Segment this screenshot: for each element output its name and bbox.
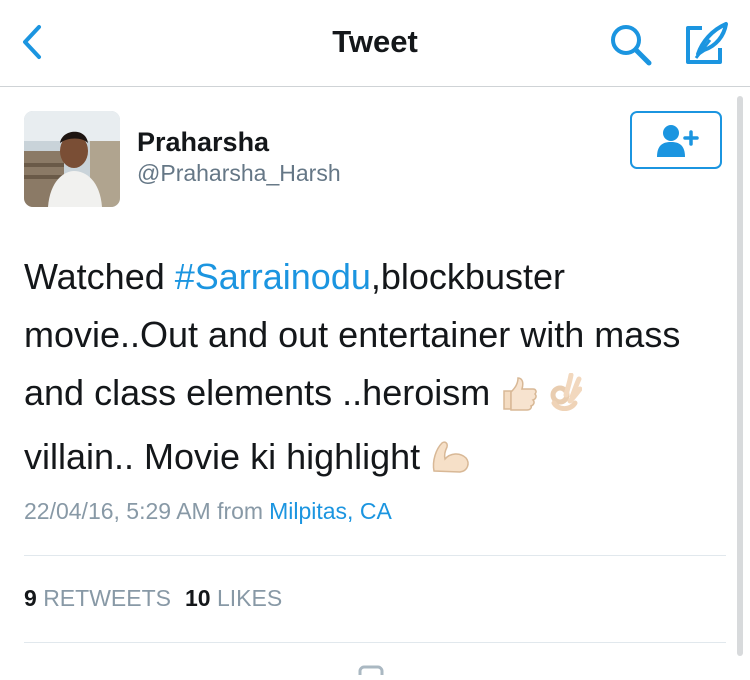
retweets-label: RETWEETS bbox=[43, 585, 171, 611]
likes-stat[interactable]: 10 LIKES bbox=[185, 585, 282, 611]
retweets-stat[interactable]: 9 RETWEETS bbox=[24, 585, 171, 611]
tweet-text: Watched #Sarrainodu,blockbuster movie..O… bbox=[24, 248, 724, 492]
search-icon bbox=[611, 25, 652, 66]
tweet-meta: 22/04/16, 5:29 AM from Milpitas, CA bbox=[24, 498, 392, 525]
divider bbox=[24, 555, 726, 556]
navigation-bar: Tweet bbox=[0, 0, 750, 87]
scrollbar[interactable] bbox=[737, 96, 743, 656]
follow-button[interactable] bbox=[630, 111, 722, 169]
follow-user-icon bbox=[657, 125, 699, 157]
author-display-name[interactable]: Praharsha bbox=[137, 127, 269, 158]
compose-icon bbox=[686, 22, 728, 64]
compose-button[interactable] bbox=[680, 18, 732, 68]
action-bar-icon-partial[interactable] bbox=[356, 662, 386, 675]
flexed-biceps-emoji bbox=[430, 434, 472, 492]
avatar-photo bbox=[24, 111, 120, 207]
tweet-timestamp: 22/04/16, 5:29 AM bbox=[24, 498, 211, 524]
likes-label: LIKES bbox=[216, 585, 283, 611]
tweet-text-segment: Watched bbox=[24, 256, 175, 297]
location-link[interactable]: Milpitas, CA bbox=[269, 498, 392, 524]
avatar[interactable] bbox=[24, 111, 120, 207]
retweets-count: 9 bbox=[24, 585, 37, 611]
from-label: from bbox=[217, 498, 264, 524]
hashtag-link[interactable]: #Sarrainodu bbox=[175, 256, 371, 297]
divider bbox=[24, 642, 726, 643]
search-button[interactable] bbox=[606, 20, 654, 68]
author-username[interactable]: @Praharsha_Harsh bbox=[137, 160, 341, 187]
tweet-stats: 9 RETWEETS 10 LIKES bbox=[24, 585, 282, 612]
retweet-icon bbox=[358, 665, 384, 675]
thumbs-up-emoji bbox=[500, 370, 538, 428]
tweet-text-segment: villain.. Movie ki highlight bbox=[24, 436, 431, 477]
likes-count: 10 bbox=[184, 585, 211, 611]
ok-hand-emoji bbox=[548, 370, 583, 428]
